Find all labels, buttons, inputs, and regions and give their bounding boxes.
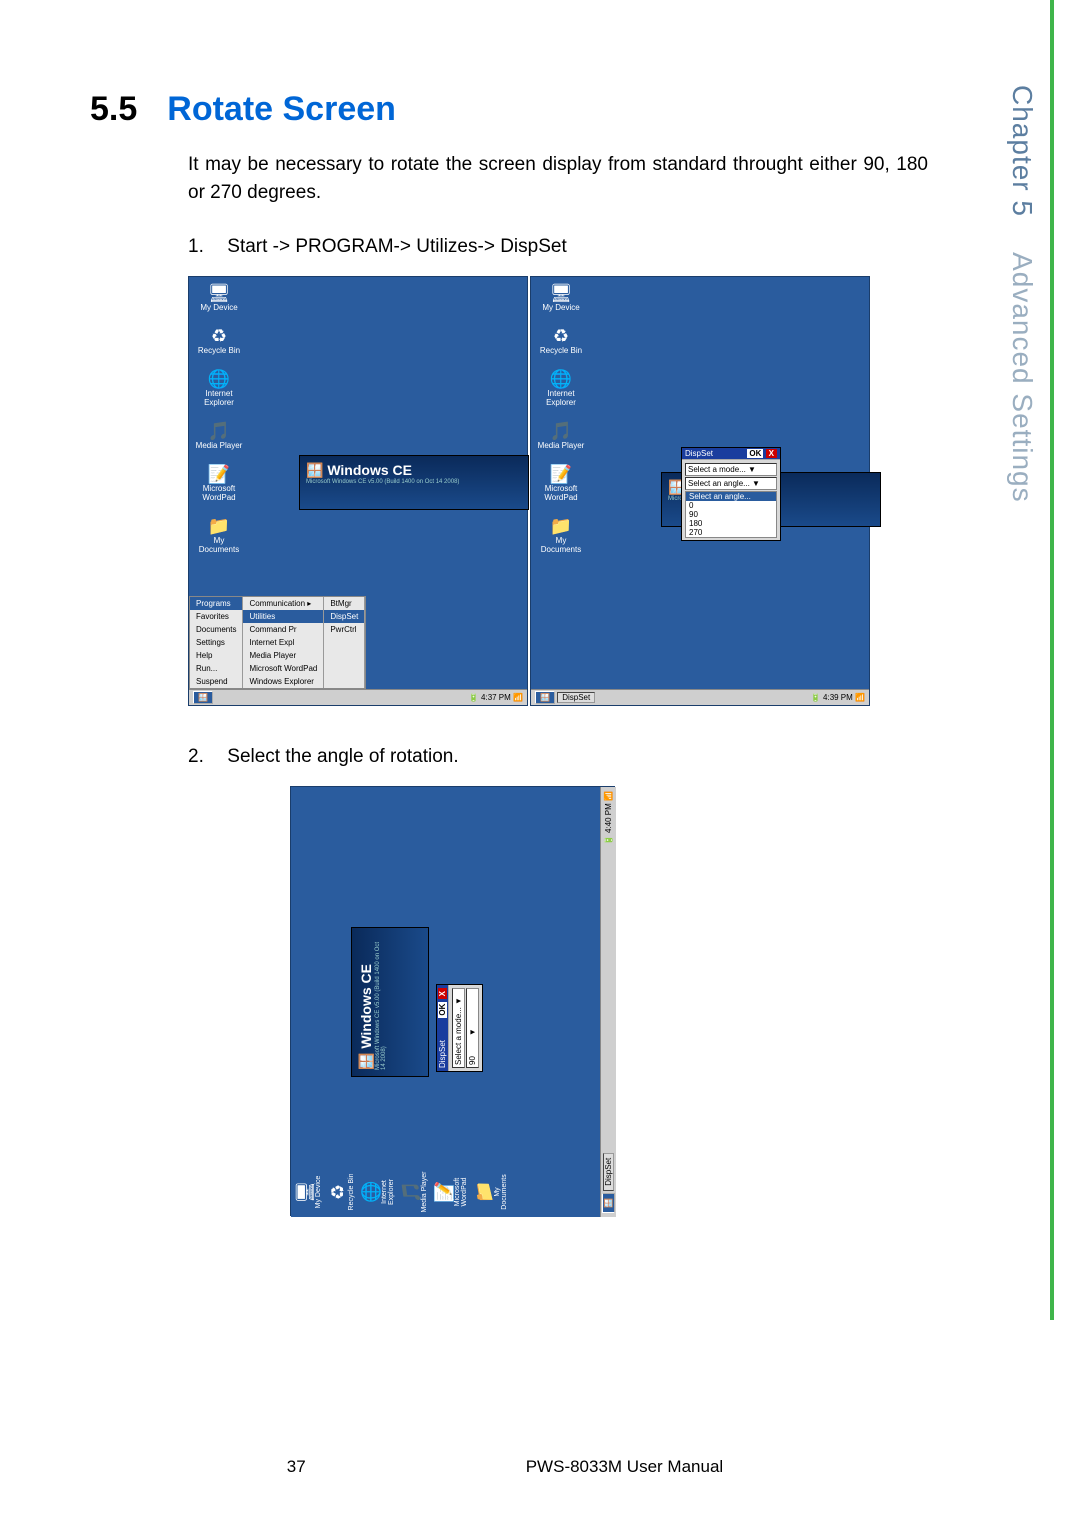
- menu-item[interactable]: Run...: [190, 662, 242, 675]
- step-2: 2. Select the angle of rotation.: [188, 746, 1010, 768]
- menu-item[interactable]: Internet Expl: [243, 636, 323, 649]
- screenshot-row: 🖥My Device ♻Recycle Bin 🌐Internet Explorer…: [188, 276, 1010, 706]
- mode-dropdown[interactable]: Select a mode... ▼: [685, 463, 777, 476]
- angle-list[interactable]: Select an angle...090180270: [685, 491, 777, 538]
- dispset-window-3[interactable]: DispSet OK X Select a mode... ▼ 90 ▼: [436, 984, 483, 1072]
- step-2-number: 2.: [188, 746, 222, 768]
- angle-dropdown[interactable]: Select an angle... ▼: [685, 477, 777, 490]
- desktop-icon[interactable]: 📁My Documents: [474, 1171, 508, 1213]
- menu-item[interactable]: PwrCtrl: [324, 623, 364, 636]
- splash-sub: Microsoft Windows CE v5.00 (Build 1400 o…: [306, 479, 522, 485]
- menu-item[interactable]: Windows Explorer: [243, 675, 323, 688]
- step-1: 1. Start -> PROGRAM-> Utilizes-> DispSet: [188, 236, 1010, 258]
- taskbar-2[interactable]: 🪟 DispSet 🔋 4:39 PM 📶: [531, 689, 869, 705]
- desktop-icon[interactable]: 🎵Media Player: [195, 421, 243, 450]
- start-button-2[interactable]: 🪟: [535, 691, 555, 704]
- taskbar-clock-2: 🔋 4:39 PM 📶: [811, 693, 865, 702]
- menu-item[interactable]: Microsoft WordPad: [243, 662, 323, 675]
- desktop-icon[interactable]: 📁My Documents: [537, 516, 585, 554]
- ok-button-3[interactable]: OK: [438, 1002, 447, 1018]
- desktop-icon[interactable]: ♻Recycle Bin: [328, 1171, 355, 1213]
- desktop-icon[interactable]: 🌐Internet Explorer: [361, 1171, 395, 1213]
- close-button[interactable]: X: [766, 449, 777, 458]
- taskbar-app-3[interactable]: DispSet: [603, 1153, 614, 1191]
- start-button-3[interactable]: 🪟: [602, 1193, 615, 1213]
- section-heading: 5.5 Rotate Screen: [90, 90, 1010, 129]
- menu-item[interactable]: Help: [190, 649, 242, 662]
- desktop-icon[interactable]: 🖥My Device: [295, 1171, 322, 1213]
- winCE-splash: 🪟 Windows CE Microsoft Windows CE v5.00 …: [299, 455, 529, 510]
- section-number: 5.5: [90, 90, 137, 129]
- menu-item[interactable]: Communication ▸: [243, 597, 323, 610]
- menu-item[interactable]: Command Pr: [243, 623, 323, 636]
- menu-item[interactable]: Documents: [190, 623, 242, 636]
- splash-brand: Windows CE: [327, 462, 412, 478]
- screenshot-1: 🖥My Device ♻Recycle Bin 🌐Internet Explorer…: [188, 276, 528, 706]
- page-number: 37: [287, 1457, 306, 1477]
- taskbar[interactable]: 🪟 🔋 4:37 PM 📶: [189, 689, 527, 705]
- menu-item[interactable]: Settings: [190, 636, 242, 649]
- winCE-splash-3: 🪟 Windows CE Microsoft Windows CE v5.00 …: [351, 927, 429, 1077]
- angle-option[interactable]: 180: [686, 519, 776, 528]
- screenshot-3: 🖥My Device♻Recycle Bin🌐Internet Explorer…: [291, 787, 616, 1217]
- menu-item[interactable]: Favorites: [190, 610, 242, 623]
- desktop-icon[interactable]: 🌐Internet Explorer: [195, 369, 243, 407]
- desktop-icon[interactable]: ♻Recycle Bin: [537, 326, 585, 355]
- taskbar-app[interactable]: DispSet: [557, 692, 595, 703]
- mode-dropdown-3[interactable]: Select a mode... ▼: [452, 988, 465, 1068]
- desktop-icon[interactable]: 📝Microsoft WordPad: [195, 464, 243, 502]
- screenshot-3-container: 🖥My Device♻Recycle Bin🌐Internet Explorer…: [290, 786, 615, 1216]
- section-paragraph: It may be necessary to rotate the screen…: [188, 151, 928, 206]
- menu-item[interactable]: BtMgr: [324, 597, 364, 610]
- dispset-title-3: DispSet: [438, 1040, 447, 1068]
- desktop-icon[interactable]: 🌐Internet Explorer: [537, 369, 585, 407]
- desktop-icon[interactable]: 📝Microsoft WordPad: [537, 464, 585, 502]
- desktop-icon[interactable]: 🖥My Device: [195, 283, 243, 312]
- close-button-3[interactable]: X: [438, 988, 447, 999]
- menu-item[interactable]: Media Player: [243, 649, 323, 662]
- page-footer: 37 PWS-8033M User Manual: [0, 1457, 1010, 1477]
- menu-item[interactable]: Programs: [190, 597, 242, 610]
- step-1-text: Start -> PROGRAM-> Utilizes-> DispSet: [227, 236, 566, 257]
- desktop-icon[interactable]: ♻Recycle Bin: [195, 326, 243, 355]
- screenshot-2: 🖥My Device ♻Recycle Bin 🌐Internet Explorer…: [530, 276, 870, 706]
- taskbar-clock: 🔋 4:37 PM 📶: [469, 693, 523, 702]
- start-menu[interactable]: ProgramsFavoritesDocumentsSettingsHelpRu…: [189, 596, 366, 689]
- section-title: Rotate Screen: [167, 90, 396, 129]
- manual-name: PWS-8033M User Manual: [526, 1457, 723, 1477]
- dispset-title: DispSet: [685, 449, 713, 458]
- angle-option[interactable]: 0: [686, 501, 776, 510]
- taskbar-3[interactable]: 🪟 DispSet 🔋 4:40 PM 📶: [600, 787, 616, 1217]
- menu-item[interactable]: Utilities: [243, 610, 323, 623]
- desktop-icon[interactable]: 🎵Media Player: [401, 1171, 428, 1213]
- angle-option[interactable]: 90: [686, 510, 776, 519]
- menu-item[interactable]: DispSet: [324, 610, 364, 623]
- list-header: Select an angle...: [686, 492, 776, 501]
- angle-option[interactable]: 270: [686, 528, 776, 537]
- step-1-number: 1.: [188, 236, 222, 258]
- desktop-icon[interactable]: 🎵Media Player: [537, 421, 585, 450]
- dispset-window[interactable]: DispSet OK X Select a mode... ▼ Select a…: [681, 447, 781, 541]
- desktop-icon[interactable]: 📁My Documents: [195, 516, 243, 554]
- ok-button[interactable]: OK: [747, 449, 763, 458]
- step-2-text: Select the angle of rotation.: [227, 746, 458, 767]
- desktop-icon[interactable]: 📝Microsoft WordPad: [434, 1171, 468, 1213]
- taskbar-clock-3: 🔋 4:40 PM 📶: [604, 791, 613, 845]
- desktop-icon[interactable]: 🖥My Device: [537, 283, 585, 312]
- start-button[interactable]: 🪟: [193, 691, 213, 704]
- angle-select-3[interactable]: 90 ▼: [466, 988, 479, 1068]
- menu-item[interactable]: Suspend: [190, 675, 242, 688]
